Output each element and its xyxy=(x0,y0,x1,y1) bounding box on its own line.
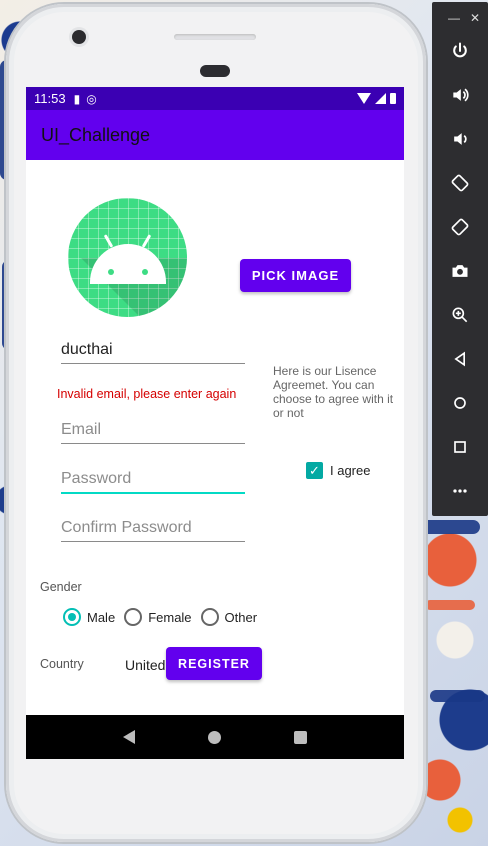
front-camera xyxy=(72,30,86,44)
top-speaker xyxy=(174,34,256,40)
gender-option-label: Female xyxy=(148,609,192,625)
country-label: Country xyxy=(40,657,84,671)
country-spinner[interactable]: United xyxy=(125,657,165,673)
back-icon[interactable] xyxy=(432,344,488,374)
gender-option-other[interactable]: Other xyxy=(200,608,258,626)
register-button[interactable]: REGISTER xyxy=(166,647,262,680)
confirm-password-placeholder: Confirm Password xyxy=(61,519,192,536)
username-value: ducthai xyxy=(61,341,113,358)
pick-image-button[interactable]: PICK IMAGE xyxy=(240,259,351,292)
status-bar: 11:53 ▮ ◎ xyxy=(26,87,404,110)
profile-image[interactable] xyxy=(68,198,187,317)
gender-radio-group: Male Female Other xyxy=(63,608,266,626)
licence-text: Here is our Lisence Agreemet. You can ch… xyxy=(273,364,394,420)
camera-icon[interactable] xyxy=(432,256,488,286)
more-icon[interactable] xyxy=(432,476,488,506)
earpiece xyxy=(200,65,230,77)
sd-card-icon: ▮ xyxy=(73,91,81,106)
volume-up-icon[interactable] xyxy=(432,80,488,110)
close-icon[interactable]: ✕ xyxy=(470,11,480,25)
zoom-icon[interactable] xyxy=(432,300,488,330)
radio-selected-icon xyxy=(63,608,81,626)
wifi-icon xyxy=(357,93,371,104)
agree-checkbox[interactable]: ✓ I agree xyxy=(306,462,370,479)
status-time: 11:53 xyxy=(34,91,66,106)
radio-unselected-icon xyxy=(124,608,143,626)
gender-option-female[interactable]: Female xyxy=(124,608,192,626)
checkmark-icon: ✓ xyxy=(306,462,323,479)
confirm-password-field[interactable]: Confirm Password xyxy=(61,519,245,542)
power-icon[interactable] xyxy=(432,36,488,66)
gender-label: Gender xyxy=(40,580,82,594)
app-title: UI_Challenge xyxy=(41,124,151,145)
rotate-left-icon[interactable] xyxy=(432,168,488,198)
nav-overview-icon[interactable] xyxy=(294,730,308,744)
overview-icon[interactable] xyxy=(432,432,488,462)
minimize-icon[interactable]: — xyxy=(448,11,460,25)
signal-icon xyxy=(375,93,386,104)
rotate-right-icon[interactable] xyxy=(432,212,488,242)
radio-unselected-icon xyxy=(200,608,219,626)
registration-form: PICK IMAGE ducthai Invalid email, please… xyxy=(26,160,404,715)
email-placeholder: Email xyxy=(61,421,102,438)
emulator-toolbar: — ✕ xyxy=(432,2,488,516)
device-screen: 11:53 ▮ ◎ UI_Challenge PICK IMAGE ductha… xyxy=(26,87,404,759)
nav-home-icon[interactable] xyxy=(207,730,221,744)
app-bar: UI_Challenge xyxy=(26,110,404,160)
battery-icon xyxy=(390,93,396,104)
data-saver-icon: ◎ xyxy=(86,91,97,106)
gender-option-label: Other xyxy=(224,609,258,625)
home-icon[interactable] xyxy=(432,388,488,418)
nav-back-icon[interactable] xyxy=(122,730,135,744)
password-placeholder: Password xyxy=(61,470,132,487)
username-field[interactable]: ducthai xyxy=(61,341,245,364)
navigation-bar xyxy=(26,715,404,759)
email-error-message: Invalid email, please enter again xyxy=(57,387,237,401)
password-field[interactable]: Password xyxy=(61,470,245,494)
gender-option-male[interactable]: Male xyxy=(63,608,115,626)
agree-label: I agree xyxy=(330,463,371,478)
gender-option-label: Male xyxy=(87,609,116,625)
email-field[interactable]: Email xyxy=(61,421,245,444)
volume-down-icon[interactable] xyxy=(432,124,488,154)
